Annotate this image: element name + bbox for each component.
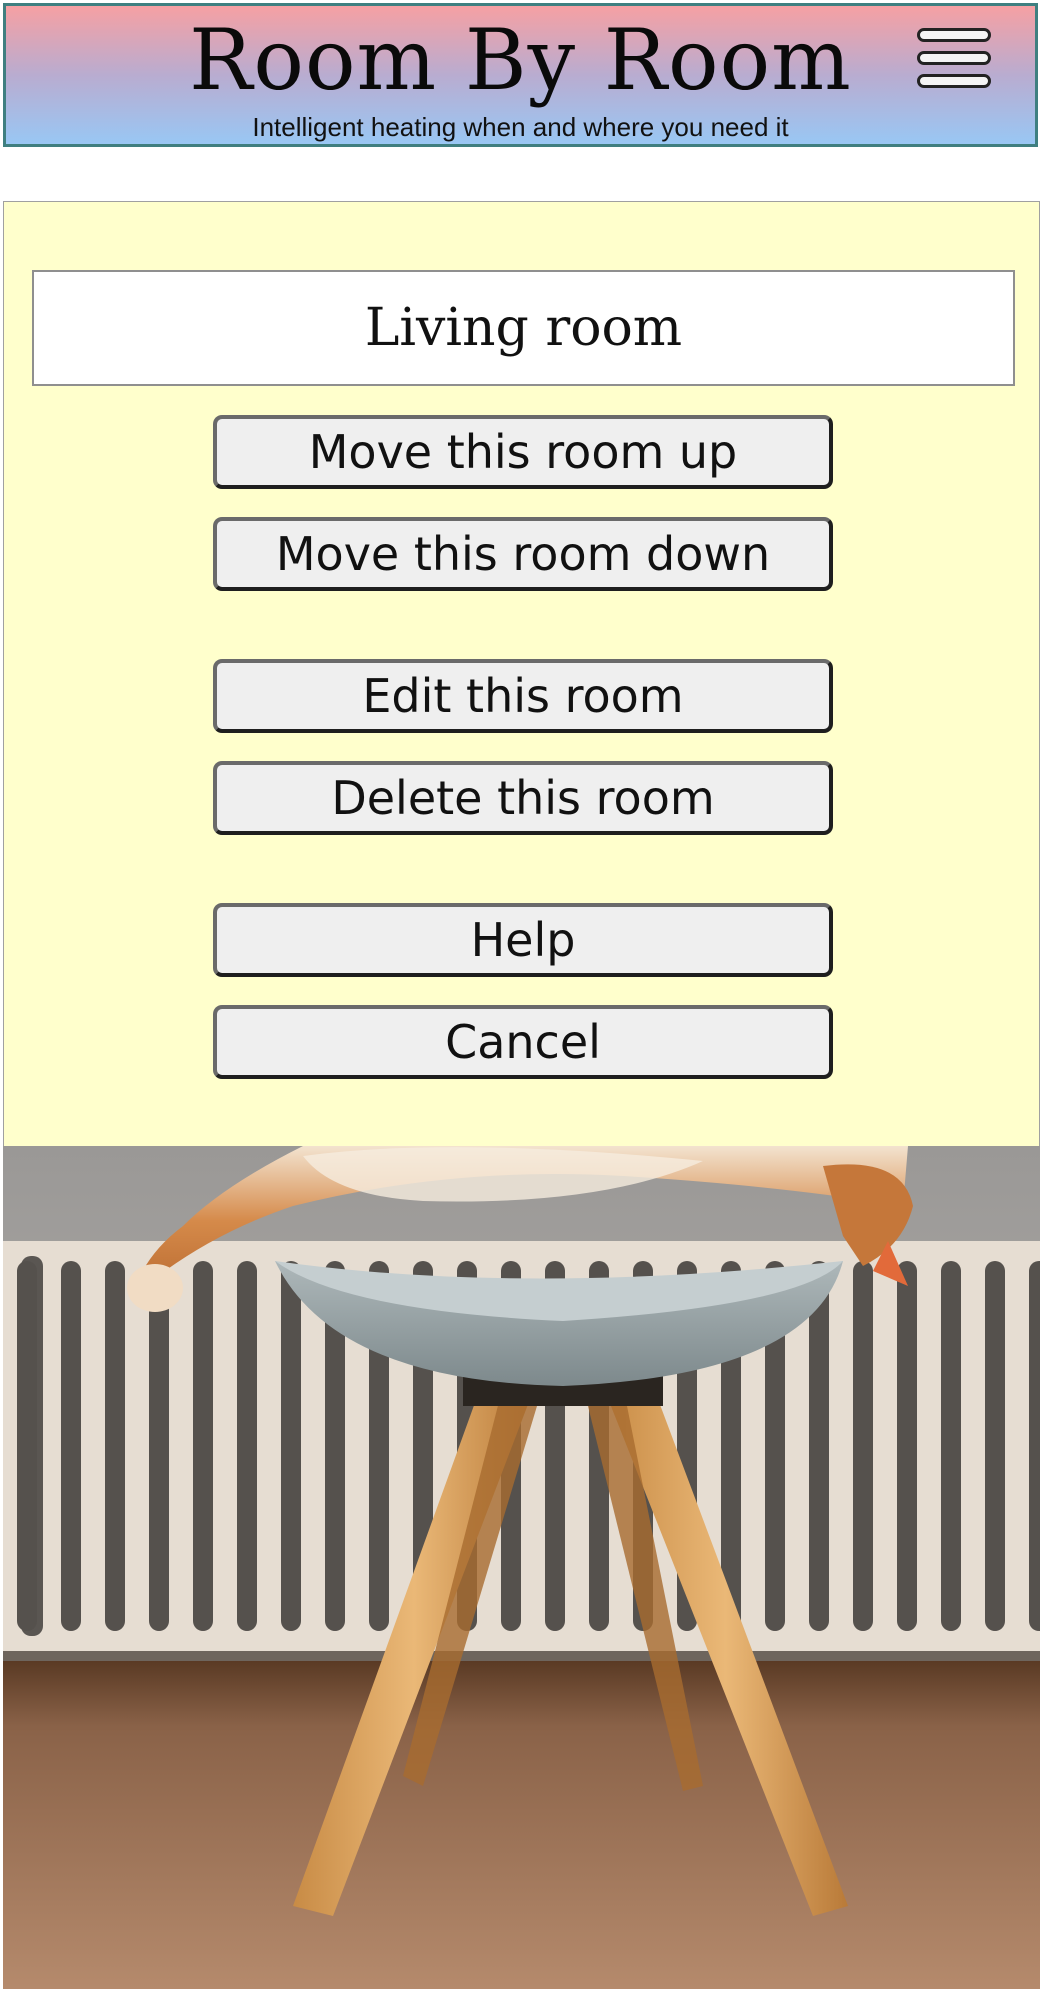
- hamburger-menu-icon[interactable]: [915, 26, 995, 92]
- room-name: Living room: [364, 298, 683, 358]
- edit-room-button[interactable]: Edit this room: [213, 659, 833, 733]
- help-button[interactable]: Help: [213, 903, 833, 977]
- room-name-box: Living room: [32, 270, 1015, 386]
- app-tagline: Intelligent heating when and where you n…: [252, 112, 789, 142]
- app-title: Room By Room: [189, 11, 852, 109]
- menu-bar: [917, 74, 991, 88]
- move-room-up-button[interactable]: Move this room up: [213, 415, 833, 489]
- move-room-down-button[interactable]: Move this room down: [213, 517, 833, 591]
- cat-on-stool-photo: [3, 1146, 1040, 1989]
- delete-room-button[interactable]: Delete this room: [213, 761, 833, 835]
- app-header: Room By Room Intelligent heating when an…: [3, 3, 1038, 147]
- room-options-panel: Living room Move this room up Move this …: [3, 201, 1040, 1146]
- cancel-button[interactable]: Cancel: [213, 1005, 833, 1079]
- menu-bar: [917, 51, 991, 65]
- menu-bar: [917, 28, 991, 42]
